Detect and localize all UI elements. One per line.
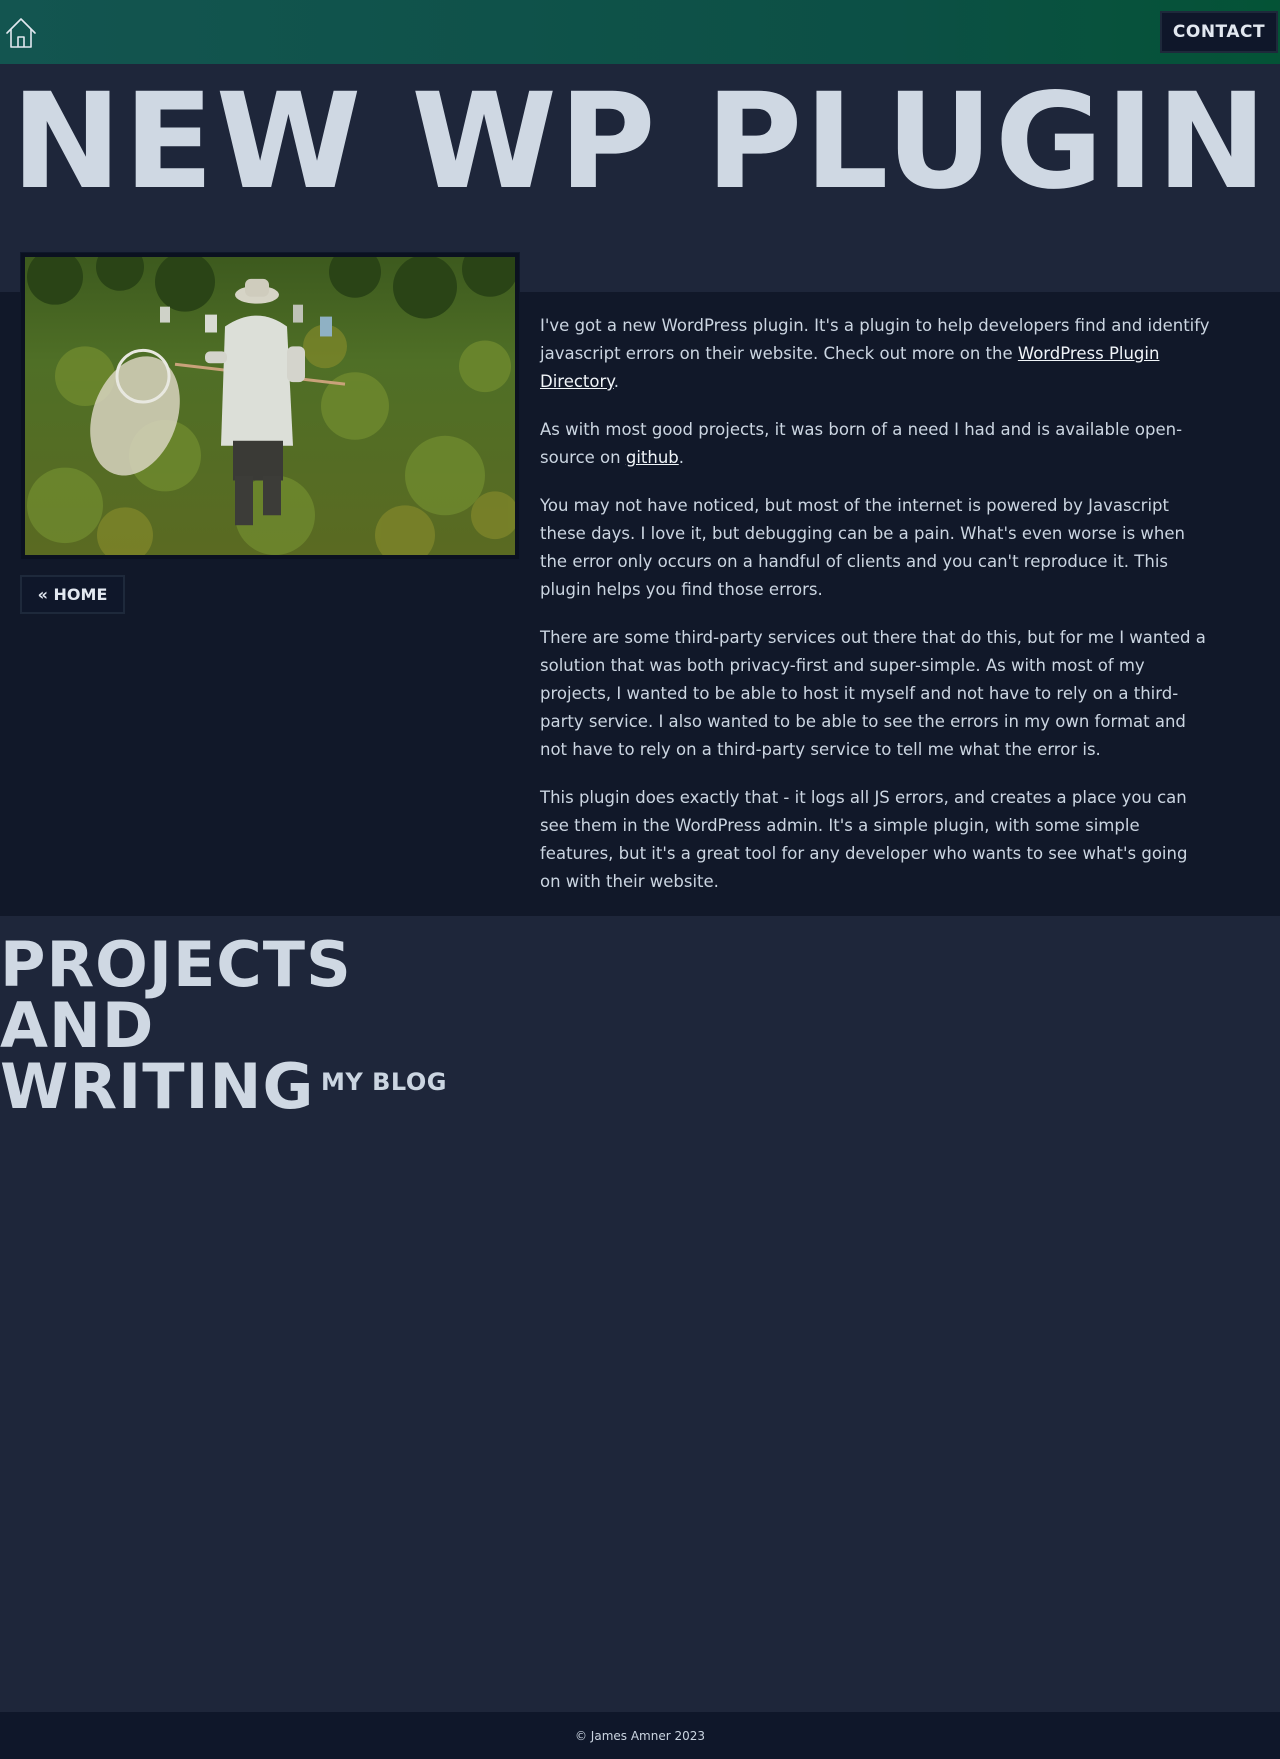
page-title: NEW WP PLUGIN <box>11 65 1269 219</box>
footer: © James Amner 2023 <box>0 1712 1280 1759</box>
github-link[interactable]: github <box>626 448 679 467</box>
projects-heading: PROJECTS AND WRITING <box>0 934 351 1118</box>
featured-image-graphic <box>25 257 515 555</box>
article-body: I've got a new WordPress plugin. It's a … <box>540 312 1212 916</box>
article-paragraph: You may not have noticed, but most of th… <box>540 496 1185 599</box>
home-back-button[interactable]: « HOME <box>20 575 125 614</box>
paragraph-text: . <box>678 448 685 467</box>
home-icon[interactable] <box>4 16 38 50</box>
projects-heading-line: WRITING <box>0 1050 315 1123</box>
featured-image <box>25 257 515 555</box>
article-paragraph: There are some third-party services out … <box>540 628 1206 759</box>
copyright-text: © James Amner 2023 <box>574 1728 706 1743</box>
top-navigation-bar: CONTACT <box>0 0 1280 64</box>
my-blog-link[interactable]: MY BLOG <box>321 1068 447 1096</box>
contact-button[interactable]: CONTACT <box>1160 11 1278 53</box>
paragraph-text: . <box>613 372 619 391</box>
article-paragraph: This plugin does exactly that - it logs … <box>540 788 1188 891</box>
article-paragraph: I've got a new WordPress plugin. It's a … <box>540 312 1212 396</box>
featured-image-frame <box>20 252 520 560</box>
home-icon-graphic <box>6 18 36 48</box>
article-paragraph: As with most good projects, it was born … <box>540 416 1212 472</box>
